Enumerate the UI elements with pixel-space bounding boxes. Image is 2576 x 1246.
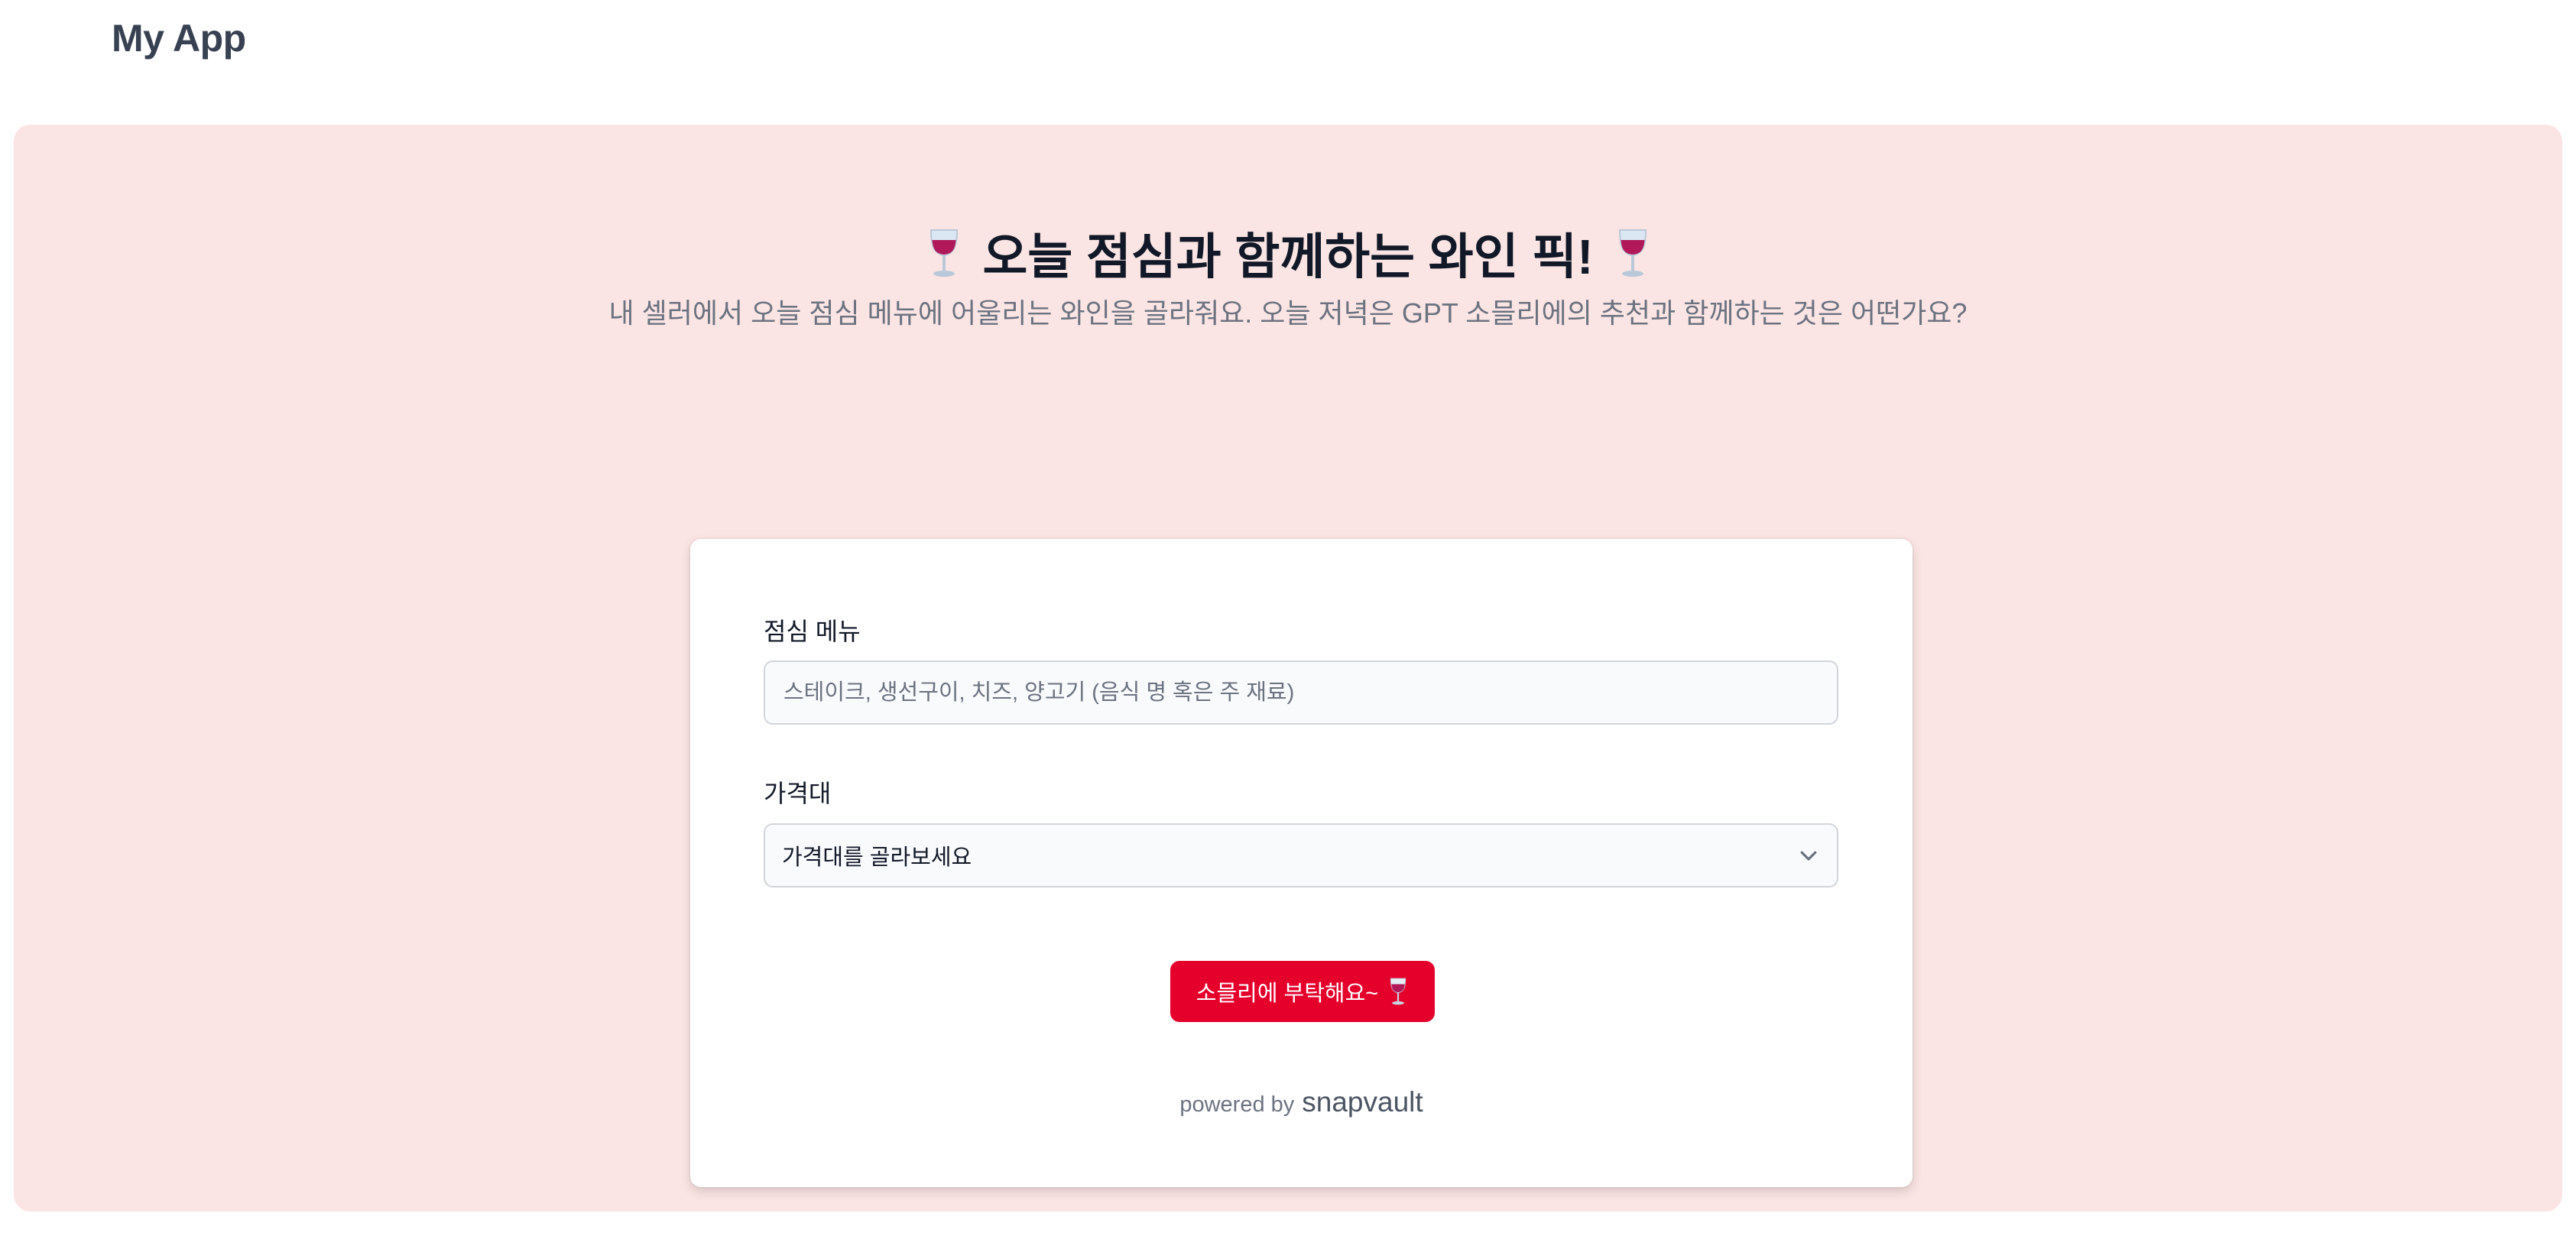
menu-input[interactable] (782, 679, 1820, 706)
wine-glass-icon (1387, 977, 1409, 1006)
ask-sommelier-button-label: 소믈리에 부탁해요~ (1196, 982, 1379, 1006)
powered-by-prefix: powered by (1179, 1092, 1295, 1117)
hero-title-text: 오늘 점심과 함께하는 와인 픽! (982, 229, 1594, 284)
price-select[interactable]: 가격대를 골라보세요 (764, 823, 1838, 887)
powered-by: powered by snapvault (690, 1086, 1913, 1118)
menu-label: 점심 메뉴 (764, 618, 861, 645)
top-bar: My App (112, 8, 246, 69)
hero-subtitle: 내 셀러에서 오늘 점심 메뉴에 어울리는 와인을 골라줘요. 오늘 저녁은 G… (608, 297, 1968, 329)
app-title[interactable]: My App (112, 16, 246, 60)
price-label: 가격대 (764, 780, 832, 807)
hero-heading: 오늘 점심과 함께하는 와인 픽! (14, 218, 2562, 288)
menu-input-wrapper (764, 660, 1838, 725)
wine-glass-icon (925, 228, 963, 278)
wine-glass-icon (1614, 228, 1652, 278)
chevron-down-icon (1797, 844, 1820, 867)
brand-name[interactable]: snapvault (1302, 1086, 1423, 1118)
recommendation-form-card: 점심 메뉴 가격대 가격대를 골라보세요 소믈리에 부탁해요~ po (690, 539, 1913, 1187)
ask-sommelier-button[interactable]: 소믈리에 부탁해요~ (1170, 961, 1435, 1022)
hero-section: 오늘 점심과 함께하는 와인 픽! 내 셀러에서 오늘 점심 메뉴에 어울리는 … (14, 125, 2562, 1212)
price-select-value: 가격대를 골라보세요 (782, 845, 972, 870)
